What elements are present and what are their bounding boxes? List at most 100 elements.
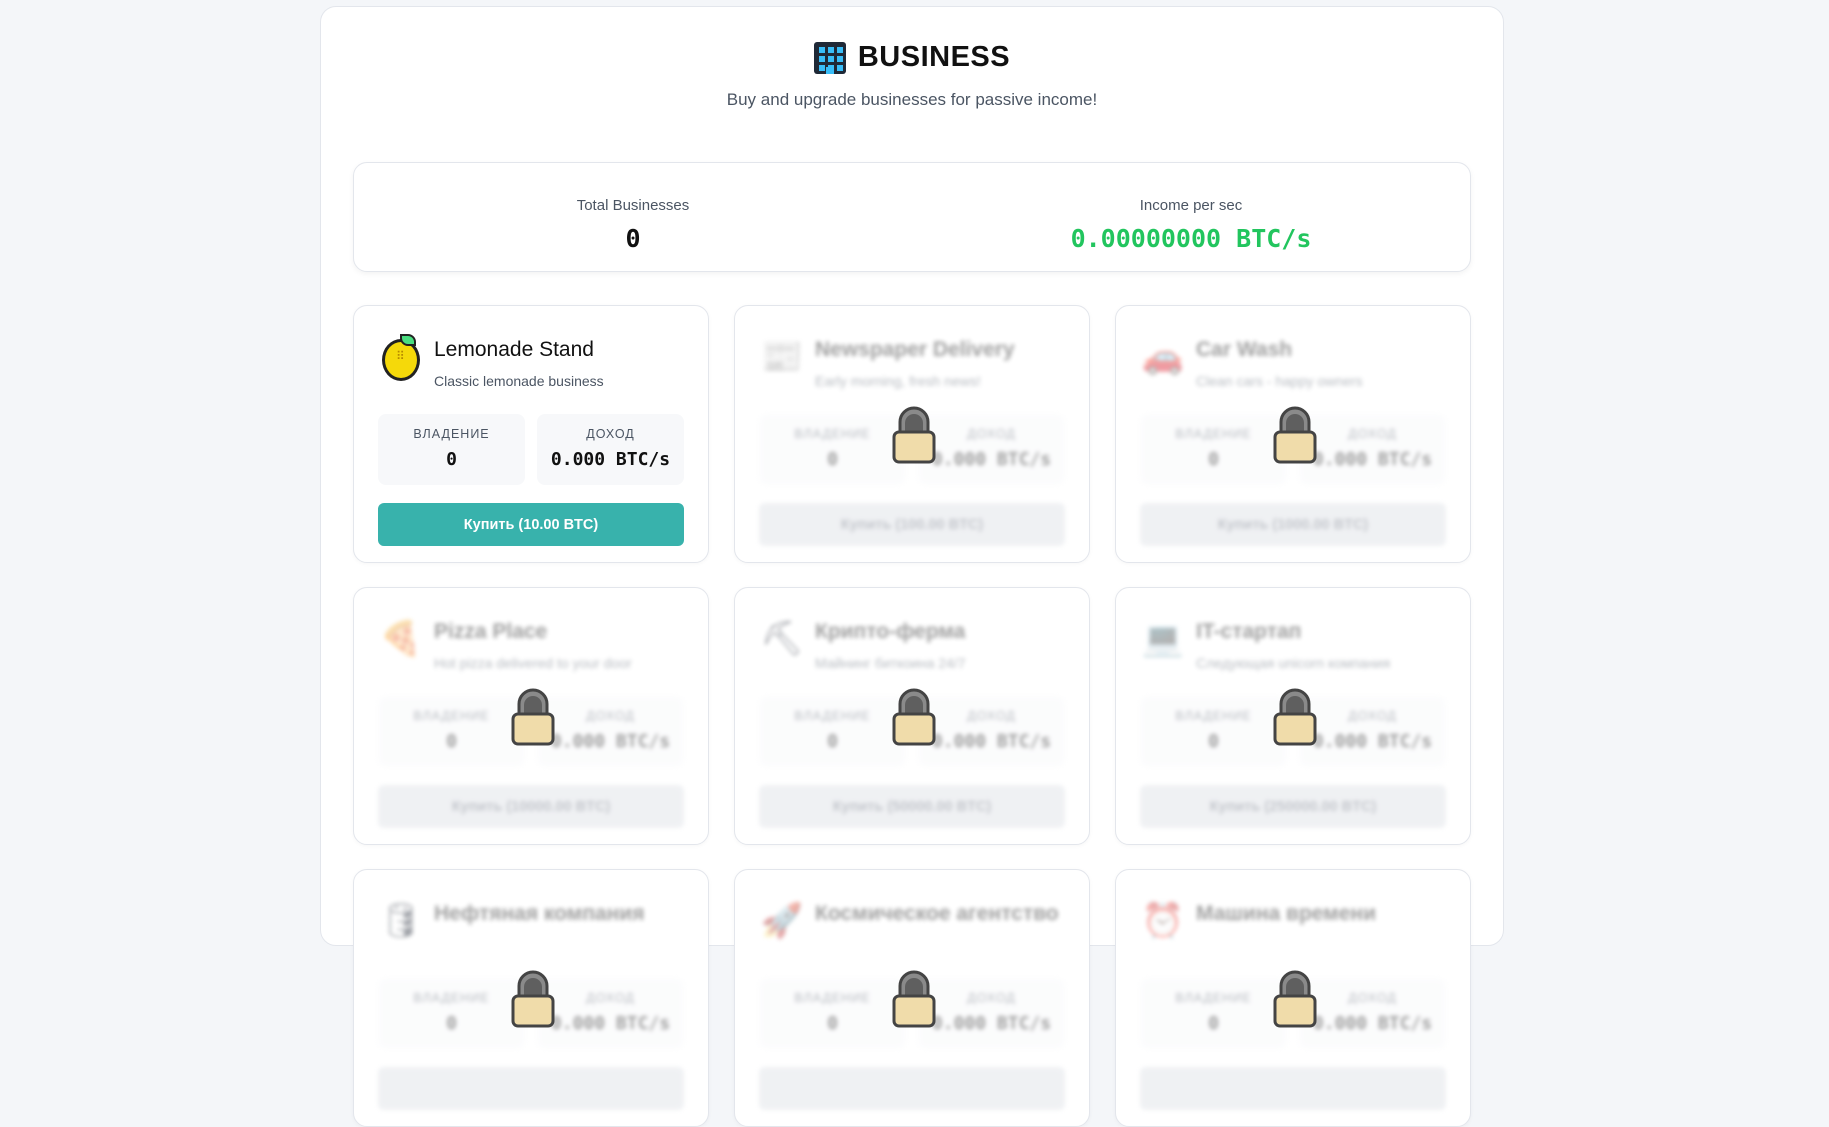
owned-label: ВЛАДЕНИЕ	[794, 427, 871, 441]
income-label: ДОХОД	[586, 991, 635, 1005]
page-subtitle: Buy and upgrade businesses for passive i…	[726, 90, 1098, 109]
buy-button: Купить (10000.00 BTC)	[378, 785, 684, 828]
lemon-icon	[378, 334, 424, 381]
owned-label: ВЛАДЕНИЕ	[413, 709, 490, 723]
income-value: 0.000 BTC/s	[1312, 449, 1433, 470]
padlock-icon	[890, 406, 938, 464]
card-header: 🛢 Нефтяная компания	[378, 898, 684, 960]
business-name: Нефтяная компания	[434, 902, 645, 925]
business-description: Classic lemonade business	[434, 373, 604, 389]
business-grid: Lemonade Stand Classic lemonade business…	[353, 305, 1471, 1127]
business-panel: BUSINESS Buy and upgrade businesses for …	[320, 6, 1504, 1127]
buy-button: Купить (50000.00 BTC)	[759, 785, 1065, 828]
owned-value: 0	[1208, 731, 1219, 752]
car-icon: 🚗	[1141, 338, 1185, 376]
income-box: ДОХОД 0.000 BTC/s	[537, 978, 684, 1049]
business-card-5: 💻 IT-стартап Следующая unicorn компания …	[1115, 587, 1471, 845]
income-label: ДОХОД	[586, 427, 635, 441]
owned-value: 0	[446, 1013, 457, 1034]
padlock-icon	[890, 688, 938, 746]
business-description: Следующая unicorn компания	[1196, 655, 1391, 671]
income-label: ДОХОД	[1348, 709, 1397, 723]
card-content: Lemonade Stand Classic lemonade business…	[378, 334, 684, 546]
stat-value: 0	[625, 224, 641, 253]
owned-value: 0	[827, 449, 838, 470]
padlock-icon	[509, 688, 557, 746]
business-name: Pizza Place	[434, 620, 548, 643]
owned-label: ВЛАДЕНИЕ	[794, 709, 871, 723]
pizza-icon: 🍕	[379, 620, 423, 658]
income-box: ДОХОД 0.000 BTC/s	[1299, 978, 1446, 1049]
buy-button: Купить (250000.00 BTC)	[1140, 785, 1446, 828]
page-title: BUSINESS	[857, 41, 1011, 73]
owned-box: ВЛАДЕНИЕ 0	[378, 978, 525, 1049]
owned-value: 0	[1208, 449, 1219, 470]
card-header: 🍕 Pizza Place Hot pizza delivered to you…	[378, 616, 684, 678]
card-header: ⛏ Крипто-ферма Майнинг биткоина 24/7	[759, 616, 1065, 678]
income-label: ДОХОД	[1348, 991, 1397, 1005]
business-card-2: 🚗 Car Wash Clean cars - happy owners ВЛА…	[1115, 305, 1471, 563]
title-row: BUSINESS	[321, 41, 1503, 74]
income-box: ДОХОД 0.000 BTC/s	[918, 696, 1065, 767]
stat-total-businesses: Total Businesses 0	[354, 163, 912, 271]
buy-button	[378, 1067, 684, 1110]
owned-box: ВЛАДЕНИЕ 0	[759, 696, 906, 767]
stats-summary: Total Businesses 0 Income per sec 0.0000…	[353, 162, 1471, 272]
business-card-7: 🚀 Космическое агентство ВЛАДЕНИЕ 0 ДОХОД…	[734, 869, 1090, 1127]
office-building-icon	[813, 41, 846, 74]
owned-value: 0	[1208, 1013, 1219, 1034]
card-stats: ВЛАДЕНИЕ 0 ДОХОД 0.000 BTC/s	[378, 414, 684, 485]
card-header: 🚗 Car Wash Clean cars - happy owners	[1140, 334, 1446, 396]
buy-button: Купить (1000.00 BTC)	[1140, 503, 1446, 546]
owned-value: 0	[446, 449, 457, 470]
business-card-0: Lemonade Stand Classic lemonade business…	[353, 305, 709, 563]
card-header: 💻 IT-стартап Следующая unicorn компания	[1140, 616, 1446, 678]
owned-value: 0	[827, 731, 838, 752]
padlock-icon	[890, 970, 938, 1028]
business-description: Майнинг биткоина 24/7	[815, 655, 966, 671]
owned-label: ВЛАДЕНИЕ	[1175, 991, 1252, 1005]
owned-label: ВЛАДЕНИЕ	[794, 991, 871, 1005]
stat-value: 0.00000000 BTC/s	[1070, 224, 1312, 253]
owned-label: ВЛАДЕНИЕ	[1175, 709, 1252, 723]
income-value: 0.000 BTC/s	[931, 449, 1052, 470]
rocket-icon: 🚀	[760, 902, 804, 940]
pickaxe-icon: ⛏	[760, 620, 804, 658]
income-value: 0.000 BTC/s	[550, 449, 671, 470]
laptop-icon: 💻	[1141, 620, 1185, 658]
alarm-clock-icon: ⏰	[1141, 902, 1185, 940]
owned-box: ВЛАДЕНИЕ 0	[1140, 414, 1287, 485]
buy-button	[1140, 1067, 1446, 1110]
owned-box: ВЛАДЕНИЕ 0	[759, 978, 906, 1049]
business-name: Newspaper Delivery	[815, 338, 1015, 361]
income-value: 0.000 BTC/s	[931, 731, 1052, 752]
owned-label: ВЛАДЕНИЕ	[1175, 427, 1252, 441]
business-card-3: 🍕 Pizza Place Hot pizza delivered to you…	[353, 587, 709, 845]
owned-box: ВЛАДЕНИЕ 0	[759, 414, 906, 485]
income-box: ДОХОД 0.000 BTC/s	[537, 414, 684, 485]
owned-label: ВЛАДЕНИЕ	[413, 427, 490, 441]
business-name: IT-стартап	[1196, 620, 1302, 643]
business-card-8: ⏰ Машина времени ВЛАДЕНИЕ 0 ДОХОД 0.000 …	[1115, 869, 1471, 1127]
card-header: ⏰ Машина времени	[1140, 898, 1446, 960]
income-label: ДОХОД	[967, 709, 1016, 723]
stat-label: Income per sec	[1139, 197, 1243, 214]
income-label: ДОХОД	[967, 427, 1016, 441]
owned-box: ВЛАДЕНИЕ 0	[378, 696, 525, 767]
income-value: 0.000 BTC/s	[1312, 731, 1433, 752]
owned-label: ВЛАДЕНИЕ	[413, 991, 490, 1005]
income-value: 0.000 BTC/s	[1312, 1013, 1433, 1034]
income-value: 0.000 BTC/s	[550, 1013, 671, 1034]
page-header: BUSINESS Buy and upgrade businesses for …	[321, 7, 1503, 110]
business-name: Car Wash	[1196, 338, 1293, 361]
oil-drum-icon: 🛢	[379, 902, 423, 940]
business-description: Clean cars - happy owners	[1196, 373, 1363, 389]
buy-button[interactable]: Купить (10.00 BTC)	[378, 503, 684, 546]
income-box: ДОХОД 0.000 BTC/s	[918, 978, 1065, 1049]
padlock-icon	[509, 970, 557, 1028]
business-name: Космическое агентство	[815, 902, 1059, 925]
padlock-icon	[1271, 688, 1319, 746]
card-header: 🚀 Космическое агентство	[759, 898, 1065, 960]
income-label: ДОХОД	[1348, 427, 1397, 441]
business-description: Early morning, fresh news!	[815, 373, 981, 389]
